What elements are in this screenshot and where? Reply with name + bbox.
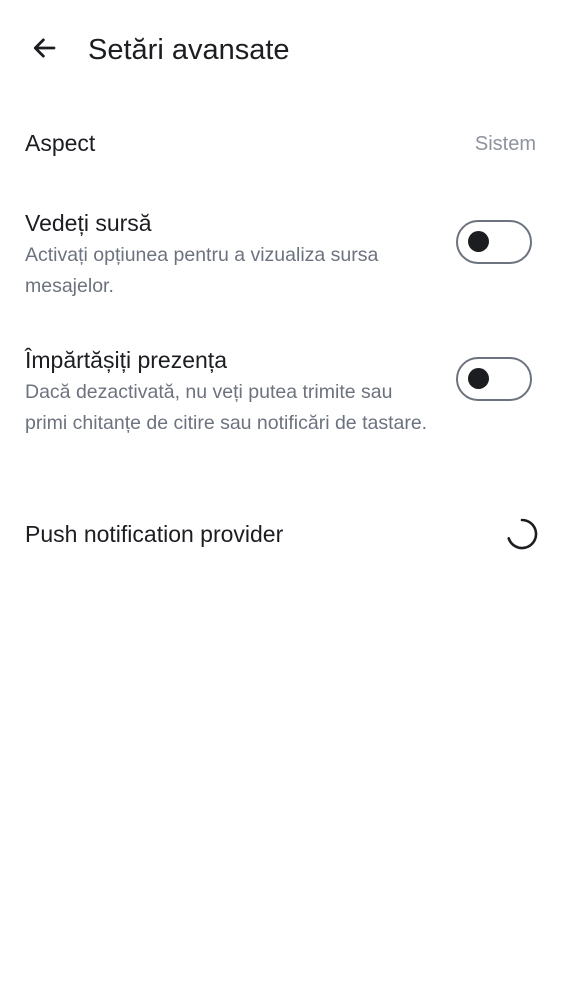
setting-share-presence[interactable]: Împărtășiți prezența Dacă dezactivată, n… (0, 337, 562, 477)
toggle-knob (468, 368, 489, 389)
setting-appearance[interactable]: Aspect Sistem (0, 110, 562, 180)
share-presence-toggle[interactable] (456, 357, 532, 401)
page-title: Setări avansate (88, 34, 290, 66)
view-source-label: Vedeți sursă (25, 210, 152, 236)
setting-view-source[interactable]: Vedeți sursă Activați opțiunea pentru a … (0, 200, 562, 310)
setting-push-provider[interactable]: Push notification provider (0, 500, 562, 570)
back-button[interactable] (22, 28, 66, 72)
toggle-knob (468, 231, 489, 252)
view-source-description: Activați opțiunea pentru a vizualiza sur… (25, 244, 379, 297)
appearance-label: Aspect (25, 130, 96, 156)
view-source-toggle[interactable] (456, 220, 532, 264)
push-provider-label: Push notification provider (25, 521, 284, 547)
top-app-bar: Setări avansate (0, 0, 562, 100)
share-presence-label: Împărtășiți prezența (25, 347, 227, 373)
loading-spinner-icon (502, 514, 542, 554)
appearance-value: Sistem (474, 133, 536, 155)
share-presence-description: Dacă dezactivată, nu veți putea trimite … (25, 381, 428, 434)
arrow-left-icon (29, 33, 59, 68)
